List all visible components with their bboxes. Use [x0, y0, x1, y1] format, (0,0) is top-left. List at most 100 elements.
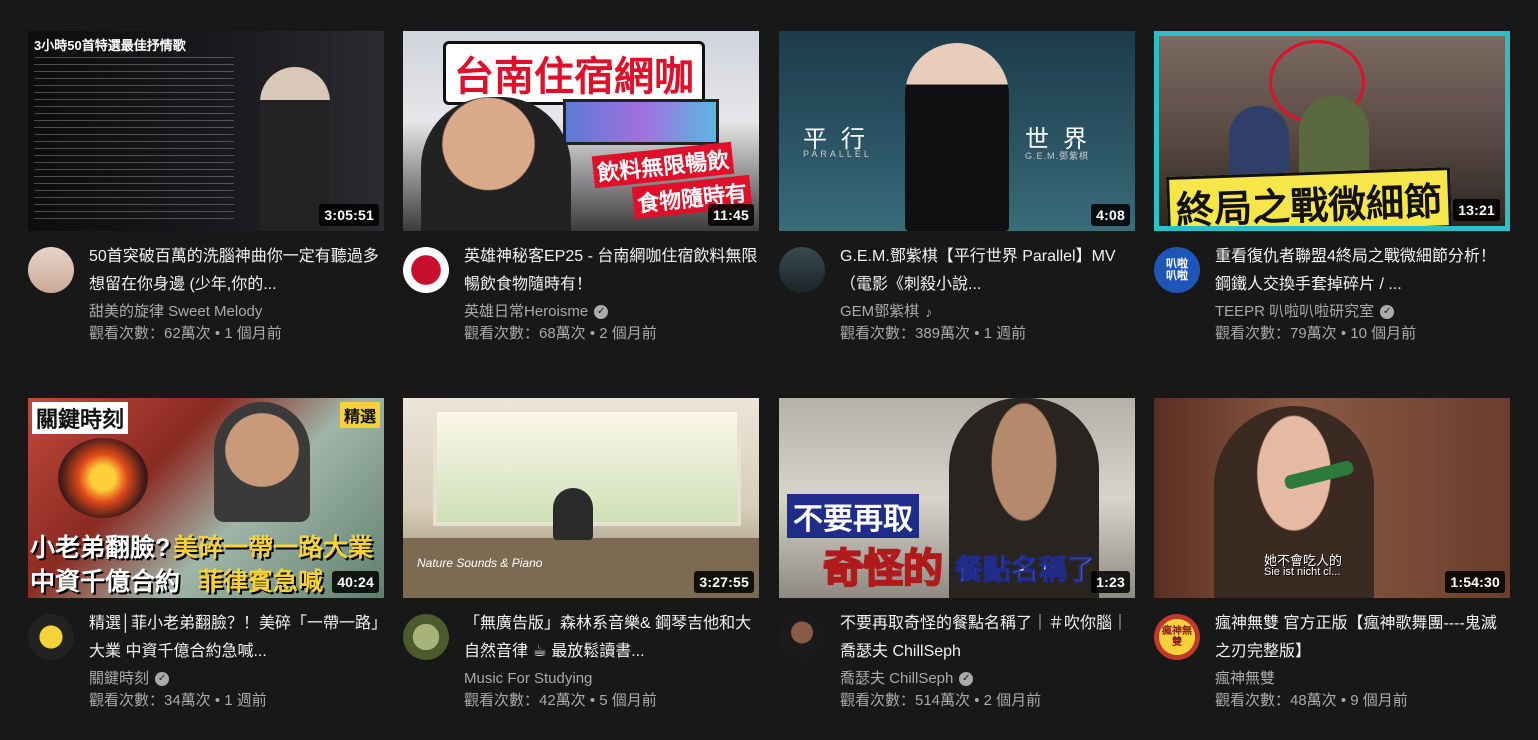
thumbnail-caption: G.E.M.鄧紫棋: [1025, 151, 1090, 161]
video-card[interactable]: 台南住宿網咖 飲料無限暢飲 食物隨時有 11:45 英雄神秘客EP25 - 台南…: [403, 31, 759, 353]
video-card[interactable]: 她不會吃人的 Sie ist nicht cl... 1:54:30 瘋神無雙 …: [1154, 398, 1510, 720]
video-title[interactable]: 「無廣告版」森林系音樂& 鋼琴吉他和大自然音律 ☕ 最放鬆讀書...: [464, 610, 759, 666]
video-card[interactable]: 平行 世界 PARALLEL G.E.M.鄧紫棋 4:08 G.E.M.鄧紫棋【…: [779, 31, 1135, 353]
video-info: 「無廣告版」森林系音樂& 鋼琴吉他和大自然音律 ☕ 最放鬆讀書... Music…: [464, 610, 759, 712]
video-meta: 英雄神秘客EP25 - 台南網咖住宿飲料無限暢飲食物隨時有！ 英雄日常Heroi…: [403, 243, 759, 353]
separator: •: [1336, 325, 1351, 342]
video-thumbnail[interactable]: 終局之戰微細節 13:21: [1154, 31, 1510, 231]
video-title[interactable]: 不要再取奇怪的餐點名稱了｜＃吹你腦｜喬瑟夫 ChillSeph: [840, 610, 1135, 666]
thumbnail-caption: 3小時50首特選最佳抒情歌: [34, 38, 186, 53]
upload-age: 1 個月前: [224, 325, 282, 342]
video-duration: 1:54:30: [1445, 571, 1505, 593]
video-thumbnail[interactable]: 她不會吃人的 Sie ist nicht cl... 1:54:30: [1154, 398, 1510, 598]
video-card[interactable]: 關鍵時刻 精選 小老弟翻臉? 美碎一帶一路大業 中資千億合約 菲律賓急喊 40:…: [28, 398, 384, 720]
person-figure: [421, 97, 571, 231]
video-title[interactable]: 精選│菲小老弟翻臉？！美碎「一帶一路」大業 中資千億合約急喊...: [89, 610, 384, 666]
channel-name-row: 英雄日常Heroisme ✓: [464, 301, 759, 323]
video-info: 不要再取奇怪的餐點名稱了｜＃吹你腦｜喬瑟夫 ChillSeph 喬瑟夫 Chil…: [840, 610, 1135, 712]
video-meta: G.E.M.鄧紫棋【平行世界 Parallel】MV （電影《刺殺小說... G…: [779, 243, 1135, 353]
thumbnail-caption: 美碎一帶一路大業: [173, 534, 374, 562]
video-card[interactable]: Nature Sounds & Piano 3:27:55 「無廣告版」森林系音…: [403, 398, 759, 720]
channel-name[interactable]: 瘋神無雙: [1215, 668, 1275, 690]
singer-figure: [905, 43, 1009, 231]
video-thumbnail[interactable]: Nature Sounds & Piano 3:27:55: [403, 398, 759, 598]
video-title[interactable]: 英雄神秘客EP25 - 台南網咖住宿飲料無限暢飲食物隨時有！: [464, 243, 759, 299]
video-thumbnail[interactable]: 台南住宿網咖 飲料無限暢飲 食物隨時有 11:45: [403, 31, 759, 231]
channel-name[interactable]: TEEPR 叭啦叭啦研究室: [1215, 301, 1374, 323]
view-count: 觀看次數：514萬次: [840, 692, 971, 709]
thumbnail-caption: 中資千億合約: [30, 568, 181, 596]
channel-avatar-text: 瘋神無雙: [1162, 626, 1192, 648]
verified-check-icon: ✓: [959, 672, 974, 686]
channel-name-row: Music For Studying: [464, 668, 759, 690]
video-duration: 4:08: [1091, 204, 1130, 226]
channel-name[interactable]: 甜美的旋律 Sweet Melody: [89, 301, 262, 323]
video-title[interactable]: 50首突破百萬的洗腦神曲你一定有聽過多想留在你身邊 (少年,你的...: [89, 243, 384, 299]
video-title[interactable]: 重看復仇者聯盟4終局之戰微細節分析！鋼鐵人交換手套掉碎片 / ...: [1215, 243, 1510, 299]
view-count: 觀看次數：62萬次: [89, 325, 211, 342]
thumbnail-caption: PARALLEL: [803, 149, 872, 159]
video-meta: 不要再取奇怪的餐點名稱了｜＃吹你腦｜喬瑟夫 ChillSeph 喬瑟夫 Chil…: [779, 610, 1135, 720]
upload-age: 2 個月前: [983, 692, 1042, 709]
channel-name-row: GEM鄧紫棋 ♪: [840, 301, 1135, 323]
channel-avatar[interactable]: [403, 614, 449, 660]
separator: •: [970, 692, 984, 709]
video-info: 重看復仇者聯盟4終局之戰微細節分析！鋼鐵人交換手套掉碎片 / ... TEEPR…: [1215, 243, 1510, 345]
channel-avatar[interactable]: [28, 247, 74, 293]
video-duration: 3:27:55: [694, 571, 754, 593]
video-info: 瘋神無雙 官方正版【瘋神歌舞團----鬼滅之刃完整版】 瘋神無雙 觀看次數：48…: [1215, 610, 1510, 712]
separator: •: [210, 692, 225, 709]
video-card[interactable]: 3小時50首特選最佳抒情歌 3:05:51 50首突破百萬的洗腦神曲你一定有聽過…: [28, 31, 384, 353]
video-thumbnail[interactable]: 關鍵時刻 精選 小老弟翻臉? 美碎一帶一路大業 中資千億合約 菲律賓急喊 40:…: [28, 398, 384, 598]
video-info: 50首突破百萬的洗腦神曲你一定有聽過多想留在你身邊 (少年,你的... 甜美的旋…: [89, 243, 384, 345]
video-title[interactable]: G.E.M.鄧紫棋【平行世界 Parallel】MV （電影《刺殺小說...: [840, 243, 1135, 299]
channel-name[interactable]: 關鍵時刻: [89, 668, 149, 690]
channel-name[interactable]: GEM鄧紫棋: [840, 301, 919, 323]
video-duration: 3:05:51: [319, 204, 379, 226]
view-count: 觀看次數：42萬次: [464, 692, 586, 709]
channel-avatar[interactable]: [403, 247, 449, 293]
video-thumbnail[interactable]: 3小時50首特選最佳抒情歌 3:05:51: [28, 31, 384, 231]
upload-age: 2 個月前: [599, 325, 657, 342]
channel-avatar[interactable]: [779, 247, 825, 293]
video-meta: 叭啦叭啦 重看復仇者聯盟4終局之戰微細節分析！鋼鐵人交換手套掉碎片 / ... …: [1154, 243, 1510, 353]
thumbnail-caption: 奇怪的: [822, 546, 944, 592]
channel-name-row: 喬瑟夫 ChillSeph ✓: [840, 668, 1135, 690]
video-grid: 3小時50首特選最佳抒情歌 3:05:51 50首突破百萬的洗腦神曲你一定有聽過…: [0, 0, 1538, 740]
video-duration: 1:23: [1091, 571, 1130, 593]
upload-age: 10 個月前: [1350, 325, 1417, 342]
channel-name[interactable]: Music For Studying: [464, 668, 592, 690]
channel-name[interactable]: 喬瑟夫 ChillSeph: [840, 668, 953, 690]
video-title[interactable]: 瘋神無雙 官方正版【瘋神歌舞團----鬼滅之刃完整版】: [1215, 610, 1510, 666]
video-info: G.E.M.鄧紫棋【平行世界 Parallel】MV （電影《刺殺小說... G…: [840, 243, 1135, 345]
separator: •: [585, 325, 600, 342]
video-stats: 觀看次數：34萬次 • 1 週前: [89, 690, 384, 712]
separator: •: [210, 325, 225, 342]
video-stats: 觀看次數：62萬次 • 1 個月前: [89, 323, 384, 345]
channel-name-row: 瘋神無雙: [1215, 668, 1510, 690]
video-thumbnail[interactable]: 平行 世界 PARALLEL G.E.M.鄧紫棋 4:08: [779, 31, 1135, 231]
video-duration: 11:45: [707, 204, 754, 226]
video-stats: 觀看次數：42萬次 • 5 個月前: [464, 690, 759, 712]
channel-avatar[interactable]: 叭啦叭啦: [1154, 247, 1200, 293]
music-note-icon: ♪: [925, 304, 933, 320]
video-stats: 觀看次數：389萬次 • 1 週前: [840, 323, 1135, 345]
verified-check-icon: ✓: [155, 672, 170, 686]
video-card[interactable]: 不要再取 奇怪的 餐點名稱了 1:23 不要再取奇怪的餐點名稱了｜＃吹你腦｜喬瑟…: [779, 398, 1135, 720]
video-duration: 13:21: [1453, 199, 1500, 221]
channel-avatar[interactable]: [28, 614, 74, 660]
video-thumbnail[interactable]: 不要再取 奇怪的 餐點名稱了 1:23: [779, 398, 1135, 598]
video-duration: 40:24: [332, 571, 379, 593]
separator: •: [585, 692, 600, 709]
channel-avatar[interactable]: 瘋神無雙: [1154, 614, 1200, 660]
view-count: 觀看次數：48萬次: [1215, 692, 1337, 709]
verified-check-icon: ✓: [1380, 305, 1395, 319]
video-meta: 「無廣告版」森林系音樂& 鋼琴吉他和大自然音律 ☕ 最放鬆讀書... Music…: [403, 610, 759, 720]
video-info: 英雄神秘客EP25 - 台南網咖住宿飲料無限暢飲食物隨時有！ 英雄日常Heroi…: [464, 243, 759, 345]
separator: •: [1336, 692, 1351, 709]
separator: •: [970, 325, 984, 342]
upload-age: 1 週前: [983, 325, 1027, 342]
video-card[interactable]: 終局之戰微細節 13:21 叭啦叭啦 重看復仇者聯盟4終局之戰微細節分析！鋼鐵人…: [1154, 31, 1510, 353]
channel-avatar[interactable]: [779, 614, 825, 660]
channel-name[interactable]: 英雄日常Heroisme: [464, 301, 588, 323]
